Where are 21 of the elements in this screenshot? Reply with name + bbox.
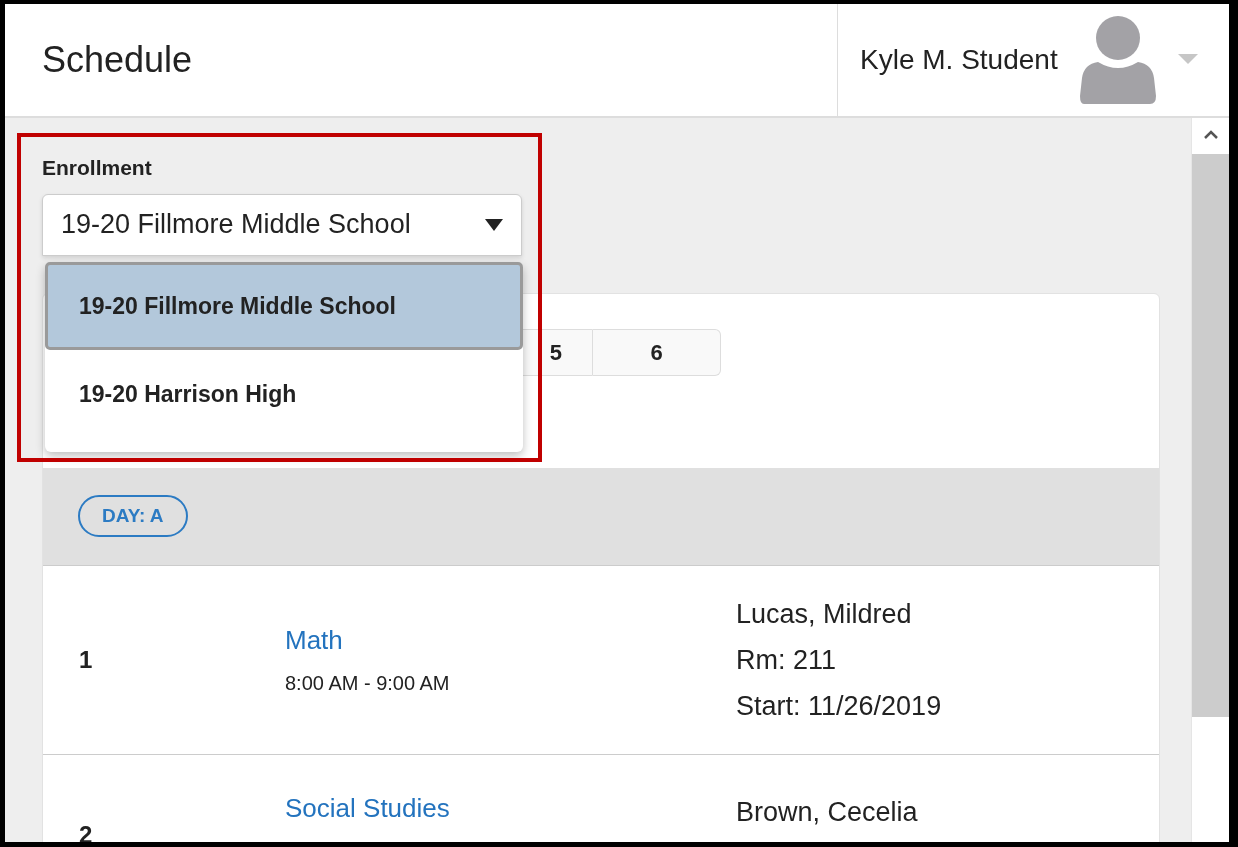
course-link[interactable]: Social Studies: [285, 788, 736, 828]
caret-icon: [485, 218, 503, 231]
term-button[interactable]: 6: [593, 328, 721, 376]
avatar-icon[interactable]: [1079, 16, 1156, 104]
class-detail: Brown, Cecelia: [736, 795, 918, 829]
page-title: Schedule: [41, 38, 194, 82]
period-number: 1: [78, 644, 94, 675]
class-detail: Start: 11/26/2019: [736, 689, 942, 723]
class-detail: Lucas, Mildred: [736, 597, 913, 631]
day-badge: DAY: A: [78, 494, 188, 538]
user-name: Kyle M. Student: [860, 43, 1058, 77]
class-detail: Rm: 211: [736, 643, 838, 677]
dropdown-option[interactable]: 19-20 Harrison High: [45, 350, 523, 438]
dropdown-option[interactable]: 19-20 Fillmore Middle School: [45, 262, 523, 350]
caret-icon[interactable]: [1177, 54, 1198, 66]
enrollment-dropdown[interactable]: 19-20 Fillmore Middle School: [42, 193, 522, 256]
scrollbar-thumb[interactable]: [1192, 154, 1229, 717]
course-link[interactable]: Math: [285, 621, 736, 660]
field-label: Enrollment: [42, 155, 153, 181]
period-number: 2: [78, 819, 94, 842]
class-time: 8:00 AM - 9:00 AM: [285, 671, 451, 696]
